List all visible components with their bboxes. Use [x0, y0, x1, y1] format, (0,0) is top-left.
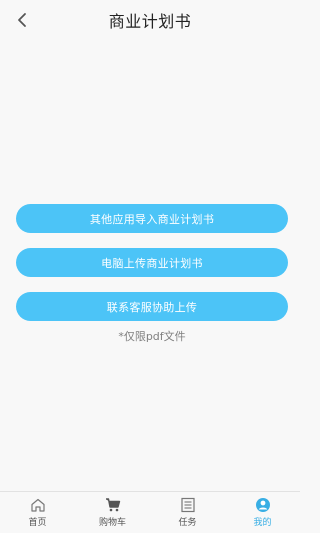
- home-icon: [30, 498, 45, 512]
- user-icon: [255, 498, 270, 512]
- import-from-other-app-button[interactable]: 其他应用导入商业计划书: [16, 204, 288, 233]
- page-title: 商业计划书: [108, 12, 192, 31]
- tab-home[interactable]: 首页: [0, 492, 75, 533]
- file-type-note: *仅限pdf文件: [118, 330, 186, 343]
- tab-mine-label: 我的: [253, 518, 272, 528]
- upload-actions: 其他应用导入商业计划书 电脑上传商业计划书 联系客服协助上传 *仅限pdf文件: [16, 204, 288, 344]
- upload-from-computer-button[interactable]: 电脑上传商业计划书: [16, 248, 288, 277]
- tab-tasks[interactable]: 任务: [150, 492, 225, 533]
- tab-home-label: 首页: [28, 518, 47, 528]
- contact-support-upload-button[interactable]: 联系客服协助上传: [16, 292, 288, 321]
- list-icon: [180, 497, 195, 513]
- back-button[interactable]: [10, 8, 34, 32]
- tab-mine[interactable]: 我的: [225, 492, 300, 533]
- cart-icon: [105, 498, 120, 512]
- tab-cart[interactable]: 购物车: [75, 492, 150, 533]
- bottom-tabbar: 首页 购物车 任务 我的: [0, 491, 300, 533]
- tab-cart-label: 购物车: [98, 518, 126, 528]
- tab-tasks-label: 任务: [178, 518, 197, 528]
- nav-header: 商业计划书: [0, 0, 300, 40]
- chevron-left-icon: [18, 13, 26, 27]
